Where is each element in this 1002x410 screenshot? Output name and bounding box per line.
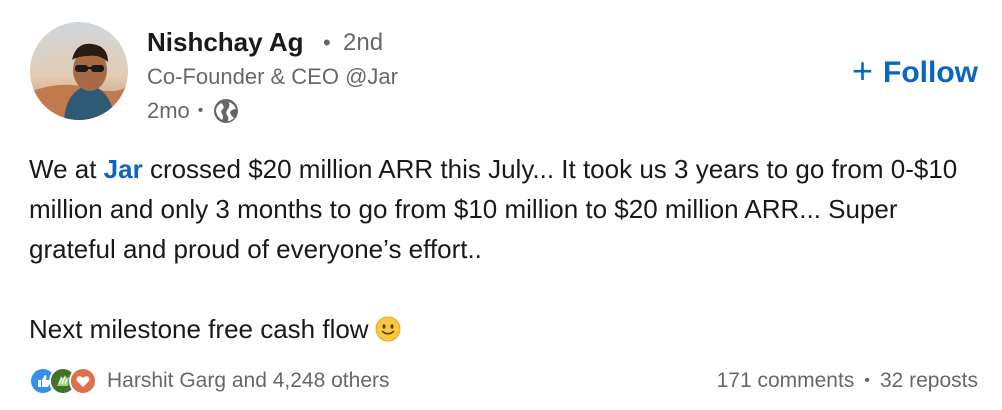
comments-count-link[interactable]: 171 comments (717, 369, 855, 393)
post-time: 2mo (147, 98, 190, 123)
post-paragraph: Next milestone free cash flow (29, 309, 974, 349)
post-text-suffix: crossed $20 million ARR this July... It … (29, 154, 958, 264)
globe-icon (212, 97, 240, 125)
love-icon (69, 367, 97, 395)
post-text-prefix: We at (29, 154, 104, 184)
follow-button[interactable]: + Follow (851, 50, 978, 91)
reactions-summary[interactable]: Harshit Garg and 4,248 others (29, 367, 390, 395)
company-mention-link[interactable]: Jar (104, 154, 143, 184)
social-counts-bar: Harshit Garg and 4,248 others 171 commen… (29, 364, 978, 398)
post-paragraph: We at Jar crossed $20 million ARR this J… (29, 149, 974, 269)
degree-separator: • (323, 30, 331, 55)
author-name[interactable]: Nishchay Ag (147, 27, 304, 58)
time-separator: • (197, 102, 204, 119)
author-headline: Co-Founder & CEO @Jar (147, 64, 398, 89)
smiling-face-emoji-icon (375, 313, 401, 342)
post-meta: 2mo • (147, 97, 240, 125)
feed-post: Nishchay Ag • 2nd Co-Founder & CEO @Jar … (0, 0, 1002, 410)
post-text-line2: Next milestone free cash flow (29, 314, 369, 344)
connection-degree: 2nd (343, 29, 384, 56)
follow-label: Follow (883, 56, 978, 89)
reposts-count-link[interactable]: 32 reposts (880, 369, 978, 393)
author-avatar[interactable] (30, 22, 128, 120)
post-text: We at Jar crossed $20 million ARR this J… (29, 149, 974, 349)
plus-icon: + (851, 50, 874, 91)
counts-separator: • (864, 372, 870, 389)
engagement-counts: 171 comments • 32 reposts (717, 369, 978, 393)
reaction-icons (29, 367, 97, 395)
reactions-text: Harshit Garg and 4,248 others (107, 369, 390, 392)
